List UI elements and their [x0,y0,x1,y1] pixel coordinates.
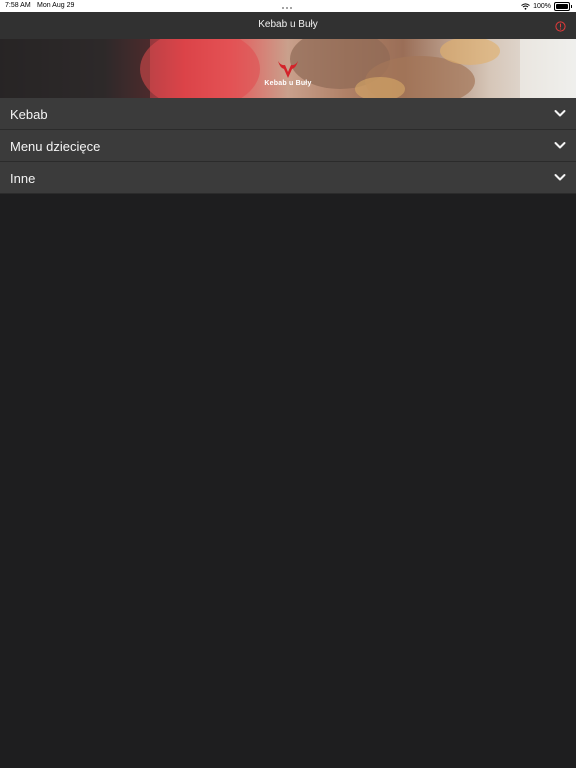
battery-percent: 100% [533,3,551,10]
info-circle-icon [555,21,566,32]
page-title: Kebab u Buły [258,19,318,30]
battery-fill [556,4,568,9]
battery-tip [571,5,572,8]
status-bar: 7:58 AM Mon Aug 29 100% [0,0,576,12]
menu-category-label: Menu dziecięce [10,139,101,154]
multitasking-dots-icon[interactable] [282,4,296,9]
status-indicators: 100% [521,2,572,11]
battery-icon [554,2,570,11]
chevron-down-icon [554,142,566,149]
menu-category-label: Inne [10,171,36,186]
hero-logo-text: Kebab u Buły [264,80,312,87]
wifi-icon [521,3,530,10]
hero-banner: Kebab u Buły [0,39,576,98]
status-date: Mon Aug 29 [37,2,75,9]
chevron-down-icon [554,110,566,117]
menu-category-menu-dzieciece[interactable]: Menu dziecięce [0,130,576,162]
menu-category-list: Kebab Menu dziecięce Inne [0,98,576,194]
bull-logo-icon [278,61,298,78]
info-button[interactable] [555,19,566,32]
chevron-down-icon [554,174,566,181]
menu-category-label: Kebab [10,107,48,122]
nav-bar: Kebab u Buły [0,12,576,39]
status-time: 7:58 AM [5,2,31,9]
menu-category-inne[interactable]: Inne [0,162,576,194]
menu-category-kebab[interactable]: Kebab [0,98,576,130]
